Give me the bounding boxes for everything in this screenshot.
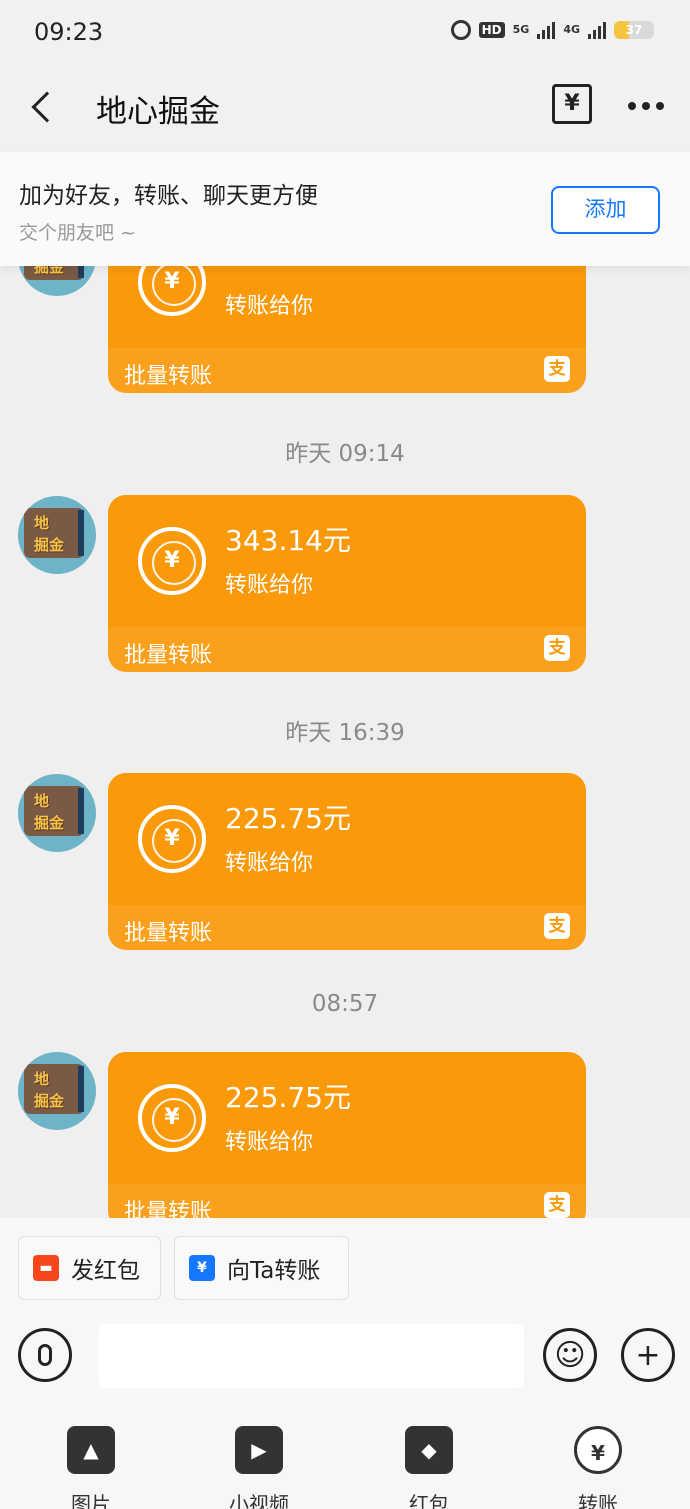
status-bar: 09:23 HD 5G 4G 37 bbox=[0, 0, 690, 64]
transfer-desc: 转账给你 bbox=[225, 851, 314, 876]
alarm-icon bbox=[450, 20, 471, 40]
status-time: 09:23 bbox=[34, 18, 104, 46]
transfer-coin-icon: ¥ bbox=[138, 805, 206, 873]
transfer-coin-icon: ¥ bbox=[138, 527, 206, 595]
avatar[interactable]: 地 掘金 bbox=[18, 496, 96, 574]
back-icon[interactable] bbox=[31, 91, 63, 123]
video-icon: ▶ bbox=[235, 1426, 283, 1474]
network-5g-label: 5G bbox=[512, 23, 530, 36]
smiley-icon: ☺ bbox=[554, 1337, 586, 1373]
chat-area[interactable]: 地 掘金 ¥ 转账给你 批量转账 支 昨天 09:14 地 掘金 ¥ 343.1… bbox=[0, 152, 690, 1218]
avatar[interactable]: 地 掘金 bbox=[18, 774, 96, 852]
tool-label: 图片 bbox=[71, 1492, 111, 1509]
transfer-coin-icon: ¥ bbox=[138, 1084, 206, 1152]
voice-button[interactable] bbox=[18, 1328, 72, 1382]
add-friend-banner: 加为好友，转账、聊天更方便 交个朋友吧 ~ 添加 bbox=[0, 152, 690, 266]
banner-subtitle: 交个朋友吧 ~ bbox=[19, 222, 136, 244]
transfer-amount: 343.14元 bbox=[225, 524, 351, 557]
tool-label: 小视频 bbox=[229, 1492, 289, 1509]
signal-icon bbox=[537, 21, 556, 39]
transfer-desc: 转账给你 bbox=[225, 573, 314, 598]
battery-icon: 37 bbox=[614, 21, 654, 39]
tool-red-packet[interactable]: ◆ 红包 bbox=[369, 1426, 489, 1509]
red-packet-icon: ◆ bbox=[405, 1426, 453, 1474]
microphone-icon bbox=[38, 1344, 52, 1366]
transfer-to-ta-label: 向Ta转账 bbox=[227, 1258, 321, 1284]
transfer-message[interactable]: ¥ 343.14元 转账给你 批量转账 支 bbox=[108, 495, 586, 672]
chat-title: 地心掘金 bbox=[96, 94, 220, 130]
message-input[interactable] bbox=[98, 1324, 524, 1388]
send-red-packet-label: 发红包 bbox=[71, 1258, 140, 1284]
transfer-icon: ¥ bbox=[574, 1426, 622, 1474]
tool-video[interactable]: ▶ 小视频 bbox=[199, 1426, 319, 1509]
banner-title: 加为好友，转账、聊天更方便 bbox=[19, 183, 318, 209]
network-4g-label: 4G bbox=[563, 23, 580, 36]
timestamp: 08:57 bbox=[311, 991, 379, 1017]
transfer-footer: 批量转账 bbox=[124, 643, 213, 668]
tool-label: 红包 bbox=[409, 1492, 449, 1509]
bottom-toolbar: ▲ 图片 ▶ 小视频 ◆ 红包 ¥ 转账 bbox=[0, 1406, 690, 1509]
transfer-amount: 225.75元 bbox=[225, 1081, 351, 1114]
emoji-button[interactable]: ☺ bbox=[543, 1328, 597, 1382]
add-friend-button[interactable]: 添加 bbox=[551, 186, 660, 234]
transfer-message[interactable]: ¥ 225.75元 转账给你 批量转账 支 bbox=[108, 773, 586, 950]
transfer-message[interactable]: ¥ 225.75元 转账给你 批量转账 支 bbox=[108, 1052, 586, 1218]
transfer-desc: 转账给你 bbox=[225, 294, 314, 319]
hd-icon: HD bbox=[478, 22, 505, 38]
status-icons: HD 5G 4G 37 bbox=[450, 20, 654, 40]
nav-bar: 地心掘金 ¥ bbox=[0, 64, 690, 152]
plus-icon: + bbox=[635, 1337, 661, 1373]
tool-image[interactable]: ▲ 图片 bbox=[31, 1426, 151, 1509]
timestamp: 昨天 16:39 bbox=[285, 720, 405, 746]
transfer-desc: 转账给你 bbox=[225, 1130, 314, 1155]
alipay-icon: 支 bbox=[544, 356, 570, 382]
send-red-packet-button[interactable]: ▬ 发红包 bbox=[18, 1236, 161, 1300]
image-icon: ▲ bbox=[67, 1426, 115, 1474]
transfer-footer: 批量转账 bbox=[124, 1200, 213, 1218]
transfer-record-icon[interactable]: ¥ bbox=[552, 84, 592, 124]
transfer-footer: 批量转账 bbox=[124, 921, 213, 946]
avatar[interactable]: 地 掘金 bbox=[18, 1052, 96, 1130]
alipay-icon: 支 bbox=[544, 1192, 570, 1218]
battery-level: 37 bbox=[625, 23, 643, 37]
transfer-to-ta-button[interactable]: ¥ 向Ta转账 bbox=[174, 1236, 349, 1300]
quick-actions: ▬ 发红包 ¥ 向Ta转账 bbox=[0, 1218, 690, 1318]
transfer-icon: ¥ bbox=[189, 1255, 215, 1281]
signal-icon bbox=[588, 21, 606, 39]
tool-transfer[interactable]: ¥ 转账 bbox=[538, 1426, 658, 1509]
alipay-icon: 支 bbox=[544, 635, 570, 661]
more-icon[interactable] bbox=[628, 102, 664, 110]
transfer-amount: 225.75元 bbox=[225, 802, 351, 835]
input-bar: ☺ + bbox=[0, 1318, 690, 1406]
alipay-icon: 支 bbox=[544, 913, 570, 939]
transfer-footer: 批量转账 bbox=[124, 364, 213, 389]
red-packet-icon: ▬ bbox=[33, 1255, 59, 1281]
timestamp: 昨天 09:14 bbox=[285, 441, 405, 467]
plus-button[interactable]: + bbox=[621, 1328, 675, 1382]
tool-label: 转账 bbox=[578, 1492, 618, 1509]
